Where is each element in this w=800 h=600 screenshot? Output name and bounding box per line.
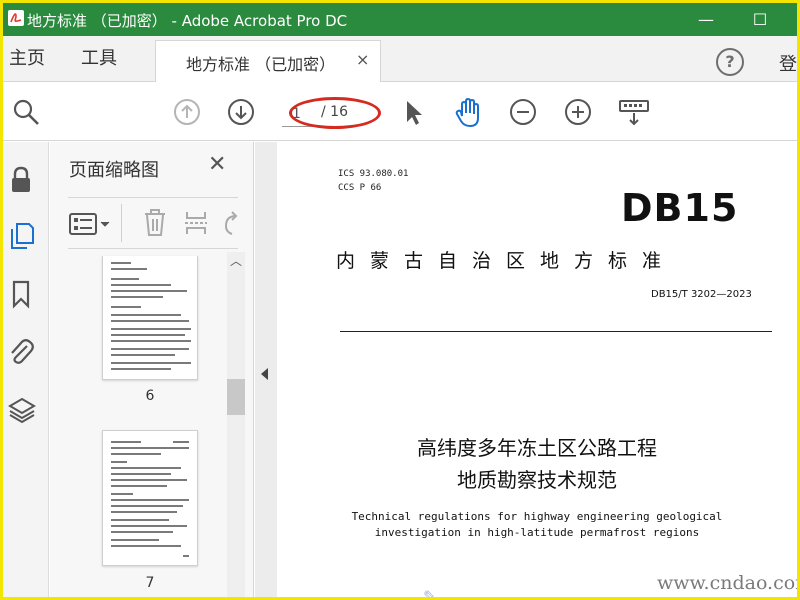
ics-code: ICS 93.080.01 (338, 169, 409, 179)
tab-tools[interactable]: 工具 (81, 36, 117, 82)
panel-collapse-handle[interactable] (255, 142, 277, 597)
app-window: 地方标准 （已加密） - Adobe Acrobat Pro DC — ☐ 主页… (0, 0, 800, 600)
lock-icon[interactable] (9, 165, 33, 195)
acrobat-logo-icon (8, 10, 24, 26)
standard-title: 内蒙古自治区地方标准 (336, 250, 677, 272)
window-title: 地方标准 （已加密） - Adobe Acrobat Pro DC (27, 12, 348, 30)
ccs-code: CCS P 66 (338, 183, 382, 193)
tab-document[interactable]: 地方标准 （已加密） × (155, 40, 381, 82)
faded-mark-icon: ✎ (423, 587, 437, 600)
delete-page-icon[interactable] (142, 208, 168, 238)
title-bar: 地方标准 （已加密） - Adobe Acrobat Pro DC — ☐ (3, 3, 797, 36)
thumbnail-page-number: 6 (145, 388, 155, 404)
thumbnail-panel-close-button[interactable]: ✕ (208, 152, 226, 177)
login-button[interactable]: 登 (779, 50, 797, 76)
annotation-ellipse (289, 97, 381, 129)
tab-close-button[interactable]: × (356, 50, 369, 69)
thumbnail-panel-title: 页面缩略图 (69, 160, 159, 181)
select-arrow-icon[interactable] (401, 98, 427, 128)
scroll-up-arrow-icon[interactable]: ︿ (227, 252, 245, 270)
english-title-line-2: investigation in high-latitude permafros… (374, 526, 700, 539)
page-down-icon[interactable] (227, 98, 255, 126)
help-button[interactable]: ? (716, 48, 744, 76)
thumbnail-page-6[interactable] (102, 256, 198, 380)
extract-page-icon[interactable] (183, 208, 209, 238)
pages-icon[interactable] (9, 221, 35, 251)
thumbnail-toolbar (68, 197, 238, 249)
bookmark-icon[interactable] (11, 279, 31, 309)
thumbnail-page-number: 7 (145, 575, 155, 591)
left-rail (3, 142, 49, 597)
document-title-line-1: 高纬度多年冻土区公路工程 (417, 436, 657, 460)
db-logo: DB15 (621, 186, 739, 230)
hand-tool-icon[interactable] (453, 96, 485, 130)
page-up-icon[interactable] (173, 98, 201, 126)
maximize-button[interactable]: ☐ (737, 3, 783, 36)
tab-home[interactable]: 主页 (9, 36, 45, 82)
tab-bar: 主页 工具 地方标准 （已加密） × (3, 36, 797, 82)
zoom-in-icon[interactable] (564, 98, 592, 126)
document-title-line-2: 地质勘察技术规范 (457, 468, 617, 492)
thumbnail-page-7[interactable] (102, 430, 198, 566)
tab-document-label: 地方标准 （已加密） (186, 55, 336, 74)
scrollbar-thumb[interactable] (227, 379, 245, 415)
toolbar-separator (121, 204, 122, 242)
layers-icon[interactable] (7, 395, 37, 425)
zoom-out-icon[interactable] (509, 98, 537, 126)
search-zoom-icon[interactable] (11, 97, 41, 127)
thumbnail-scrollbar[interactable]: ︿ (227, 252, 245, 597)
keyboard-scroll-icon[interactable] (617, 98, 651, 128)
attachment-icon[interactable] (7, 336, 35, 366)
rotate-page-icon[interactable] (220, 210, 238, 238)
english-title-line-1: Technical regulations for highway engine… (351, 510, 723, 523)
main-toolbar (3, 83, 797, 141)
thumbnail-options-icon[interactable] (68, 212, 116, 236)
standard-code: DB15/T 3202—2023 (651, 289, 752, 300)
collapse-arrow-icon (261, 368, 268, 380)
divider-line (340, 331, 772, 332)
document-page: ICS 93.080.01 CCS P 66 DB15 内蒙古自治区地方标准 D… (277, 142, 800, 600)
site-watermark: www.cndao.com (657, 572, 800, 594)
minimize-button[interactable]: — (683, 3, 729, 36)
